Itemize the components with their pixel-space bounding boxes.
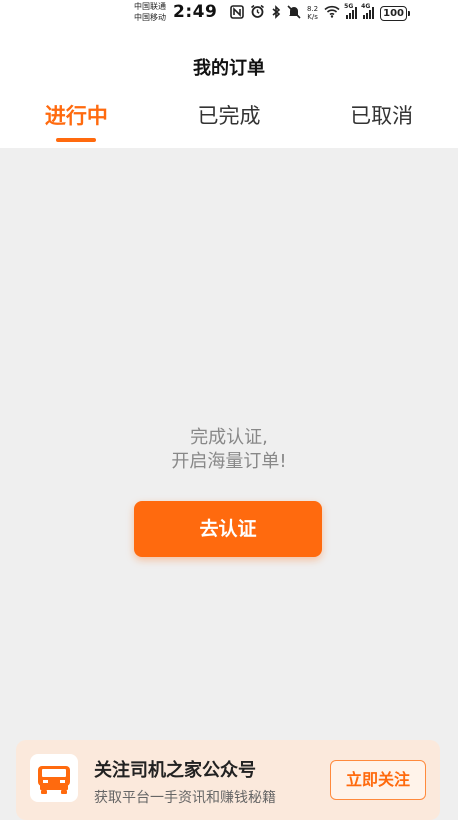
tab-label: 已完成 (197, 104, 261, 128)
nfc-icon (230, 4, 244, 22)
bluetooth-icon (271, 4, 281, 22)
order-tabs: 进行中 已完成 已取消 (0, 100, 458, 148)
net-speed: 8.2 K/s (307, 5, 318, 21)
empty-message-line2: 开启海量订单! (171, 451, 287, 472)
carrier-names: 中国联通 中国移动 (134, 1, 166, 23)
order-list-empty: 完成认证, 开启海量订单! 去认证 (0, 148, 458, 820)
carrier-2: 中国移动 (134, 13, 166, 22)
empty-message: 完成认证, 开启海量订单! (0, 426, 458, 474)
mute-icon (287, 4, 301, 22)
signal-icon: 5G (344, 3, 358, 19)
signal-icon: 4G (361, 3, 375, 19)
tab-cancelled[interactable]: 已取消 (305, 100, 458, 148)
net-speed-unit: K/s (307, 13, 318, 21)
signal-5g-tag: 5G (344, 3, 354, 10)
promo-subtitle: 获取平台一手资讯和赚钱秘籍 (94, 790, 276, 806)
tab-label: 进行中 (44, 104, 108, 128)
tab-in-progress[interactable]: 进行中 (0, 100, 153, 148)
carrier-1: 中国联通 (134, 2, 166, 11)
battery-icon: 100 (380, 5, 410, 21)
status-icons: 8.2 K/s 5G 4G 100 (230, 3, 410, 23)
tab-label: 已取消 (350, 104, 414, 128)
follow-account-banner: 关注司机之家公众号 获取平台一手资讯和赚钱秘籍 立即关注 (16, 740, 440, 820)
empty-message-line1: 完成认证, (190, 427, 268, 448)
signal-4g-tag: 4G (361, 3, 371, 10)
truck-logo-icon (30, 754, 78, 802)
net-speed-value: 8.2 (307, 5, 319, 13)
verify-button[interactable]: 去认证 (134, 501, 322, 557)
battery-level: 100 (383, 7, 405, 19)
page-title: 我的订单 (193, 58, 265, 79)
follow-button[interactable]: 立即关注 (330, 760, 426, 800)
active-tab-indicator (56, 138, 97, 142)
tab-completed[interactable]: 已完成 (153, 100, 306, 148)
alarm-icon (250, 4, 265, 22)
status-time: 2:49 (173, 2, 218, 22)
status-bar: 中国联通 中国移动 2:49 8.2 K/s 5G 4G 100 (0, 0, 458, 28)
wifi-icon (324, 5, 340, 21)
promo-title: 关注司机之家公众号 (94, 760, 256, 781)
